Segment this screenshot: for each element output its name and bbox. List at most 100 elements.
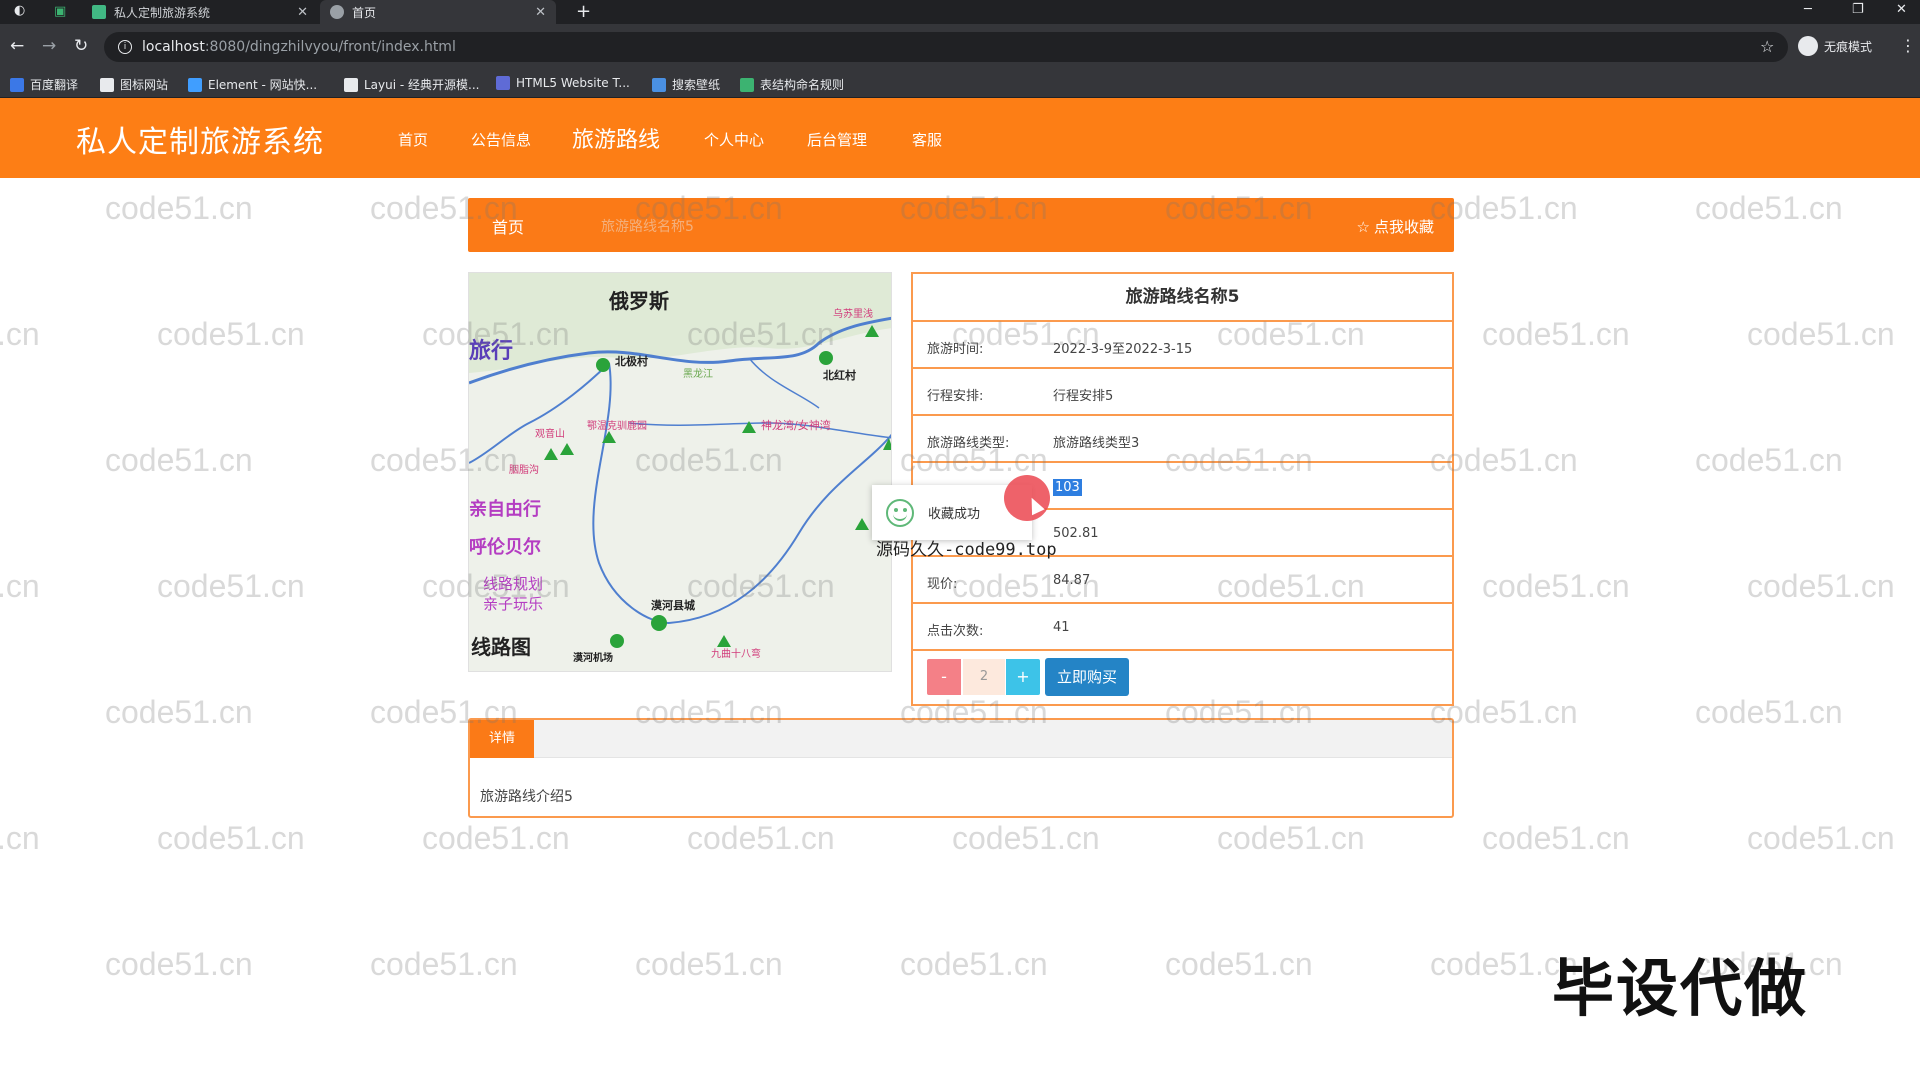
smile-icon — [886, 498, 914, 527]
forward-icon[interactable]: → — [42, 36, 56, 56]
corner-stamp: 毕设代做 — [1552, 952, 1809, 1025]
map-label: 鄂温克驯鹿园 — [587, 421, 647, 432]
tab-travel-system[interactable]: 私人定制旅游系统 ✕ — [82, 0, 318, 24]
favorite-button[interactable]: ☆ 点我收藏 — [1357, 216, 1434, 237]
watermark-text: code51.cn — [1482, 820, 1630, 856]
vue-icon — [92, 5, 106, 19]
address-bar: ← → ↻ i localhost:8080/dingzhilvyou/fron… — [0, 24, 1920, 70]
bookmarks-bar: 百度翻译 图标网站 Element - 网站快... Layui - 经典开源模… — [0, 70, 1920, 98]
bookmark-icon — [188, 77, 202, 92]
map-label: 线路图 — [471, 635, 531, 659]
info-row-route-type: 旅游路线类型: 旅游路线类型3 — [913, 416, 1452, 463]
map-label: 漠河县城 — [651, 599, 695, 612]
nav-home[interactable]: 首页 — [398, 129, 428, 150]
map-label: 亲自由行 — [469, 499, 541, 520]
watermark-text: code51.cn — [1165, 946, 1313, 982]
increase-quantity-button[interactable]: + — [1006, 659, 1040, 695]
watermark-text: code51.cn — [0, 820, 40, 856]
tab-details[interactable]: 详情 — [470, 720, 534, 758]
detail-tab-bar: 详情 — [470, 720, 1452, 758]
map-label: 黑龙江 — [683, 369, 713, 380]
minimize-icon[interactable]: ─ — [1804, 2, 1812, 17]
breadcrumb-current: 旅游路线名称5 — [601, 219, 694, 235]
route-map-image: 俄罗斯 北极村 北红村 乌苏里浅 观音山 鄂温克驯鹿园 神龙湾/女神湾 漠河县城… — [468, 272, 892, 672]
close-icon[interactable]: ✕ — [297, 5, 308, 20]
reload-icon[interactable]: ↻ — [74, 36, 88, 56]
bookmark-item[interactable]: HTML5 Website T... — [496, 76, 630, 90]
watermark-text: code51.cn — [1217, 820, 1365, 856]
route-title: 旅游路线名称5 — [913, 274, 1452, 322]
buy-now-button[interactable]: 立即购买 — [1045, 658, 1129, 696]
map-label: 亲子玩乐 — [483, 595, 544, 613]
purchase-controls: - 2 + 立即购买 — [913, 651, 1452, 701]
tab-home[interactable]: 首页 ✕ — [320, 0, 556, 24]
bookmark-item[interactable]: Layui - 经典开源模... — [344, 76, 479, 93]
globe-icon — [330, 5, 344, 19]
nav-admin[interactable]: 后台管理 — [807, 129, 867, 150]
tab-title: 首页 — [352, 5, 377, 20]
nav-customer-service[interactable]: 客服 — [912, 129, 942, 150]
window-close-icon[interactable]: ✕ — [1896, 2, 1907, 17]
bookmark-star-icon[interactable]: ☆ — [1760, 37, 1774, 56]
bookmark-item[interactable]: Element - 网站快... — [188, 76, 317, 93]
new-tab-icon[interactable]: + — [576, 1, 591, 22]
watermark-text: code51.cn — [422, 820, 570, 856]
info-row-itinerary: 行程安排: 行程安排5 — [913, 369, 1452, 416]
profile-label: 无痕模式 — [1824, 39, 1873, 54]
restore-icon[interactable]: ❐ — [1852, 2, 1864, 17]
bookmark-item[interactable]: 百度翻译 — [10, 76, 78, 93]
map-label: 俄罗斯 — [609, 289, 669, 313]
info-icon[interactable]: i — [118, 40, 132, 54]
url-input[interactable]: i localhost:8080/dingzhilvyou/front/inde… — [104, 32, 1788, 62]
incognito-profile[interactable]: 无痕模式 — [1798, 36, 1872, 56]
breadcrumb-home[interactable]: 首页 — [492, 214, 524, 238]
watermark-text: code51.cn — [157, 316, 305, 352]
bookmark-icon — [100, 77, 114, 92]
tab-title: 私人定制旅游系统 — [114, 5, 211, 20]
close-icon[interactable]: ✕ — [535, 5, 546, 20]
bookmark-item[interactable]: 表结构命名规则 — [740, 76, 844, 93]
watermark-text: code51.cn — [0, 568, 40, 604]
bookmark-icon — [740, 77, 754, 92]
pinned-tab-icon[interactable]: ▣ — [54, 4, 66, 19]
nav-travel-routes[interactable]: 旅游路线 — [572, 122, 660, 154]
map-label: 呼伦贝尔 — [469, 537, 541, 558]
bookmark-item[interactable]: 图标网站 — [100, 76, 168, 93]
map-label: 胭脂沟 — [509, 465, 539, 476]
kebab-menu-icon[interactable]: ⋮ — [1900, 36, 1916, 55]
nav-personal-center[interactable]: 个人中心 — [704, 129, 764, 150]
bookmark-icon — [496, 76, 510, 90]
incognito-icon — [1798, 36, 1818, 56]
map-label: 线路规划 — [483, 575, 544, 593]
route-description: 旅游路线介绍5 — [480, 789, 573, 805]
site-header: 私人定制旅游系统 首页 公告信息 旅游路线 个人中心 后台管理 客服 — [0, 98, 1920, 178]
watermark-text: code51.cn — [105, 694, 253, 730]
bookmark-icon — [344, 77, 358, 92]
watermark-text: code51.cn — [157, 820, 305, 856]
back-icon[interactable]: ← — [10, 36, 24, 56]
star-icon: ☆ — [1356, 217, 1370, 236]
watermark-text: code51.cn — [1747, 316, 1895, 352]
click-indicator — [1004, 475, 1050, 521]
watermark-text: code51.cn — [1482, 568, 1630, 604]
map-label: 九曲十八弯 — [711, 649, 761, 660]
watermark-text: code51.cn — [952, 820, 1100, 856]
watermark-text: code51.cn — [105, 946, 253, 982]
watermark-text: code51.cn — [105, 442, 253, 478]
nav-announcements[interactable]: 公告信息 — [471, 129, 531, 150]
quantity-input[interactable]: 2 — [963, 659, 1005, 695]
favorite-label: 点我收藏 — [1373, 218, 1434, 236]
watermark-text: code51.cn — [0, 316, 40, 352]
browser-tab-strip: ◐ ▣ 私人定制旅游系统 ✕ 首页 ✕ + ─ ❐ ✕ — [0, 0, 1920, 24]
decrease-quantity-button[interactable]: - — [927, 659, 961, 695]
map-label: 乌苏里浅 — [833, 309, 873, 320]
info-row-current-price: 现价: 84.87 — [913, 557, 1452, 604]
site-title: 私人定制旅游系统 — [76, 125, 324, 160]
watermark-text: code51.cn — [1695, 694, 1843, 730]
watermark-text: code51.cn — [1695, 442, 1843, 478]
watermark-text: code51.cn — [1695, 190, 1843, 226]
watermark-text: code51.cn — [1747, 568, 1895, 604]
bookmark-item[interactable]: 搜索壁纸 — [652, 76, 720, 93]
map-label: 北红村 — [823, 369, 856, 382]
map-label: 漠河机场 — [573, 653, 613, 664]
